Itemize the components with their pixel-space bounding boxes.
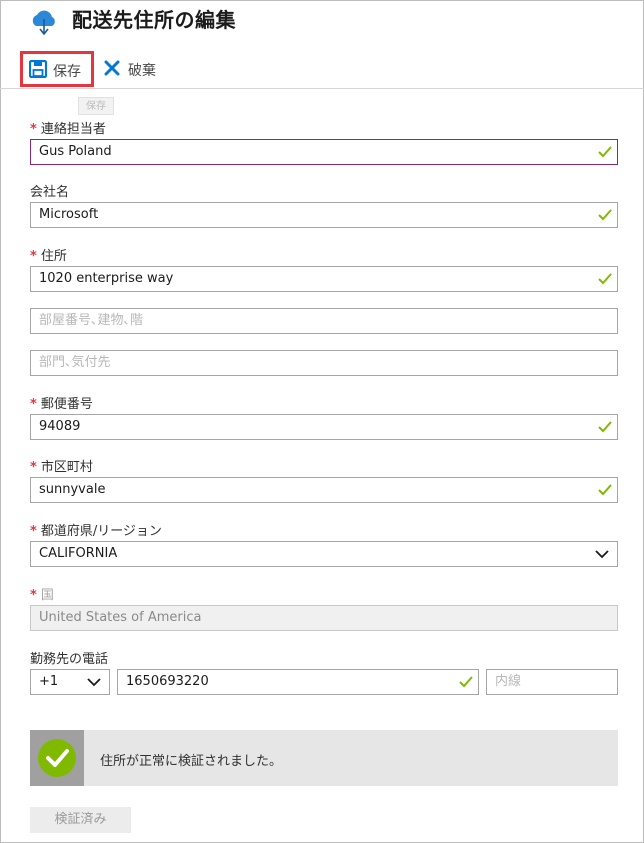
phone-extension-input[interactable]: 内線 [486, 669, 618, 695]
required-asterisk: * [30, 460, 37, 475]
banner-icon-area [30, 730, 84, 786]
required-asterisk: * [30, 397, 37, 412]
checkmark-icon [459, 676, 473, 688]
company-label: 会社名 [30, 185, 70, 200]
verified-button: 検証済み [30, 807, 131, 833]
address-line2-input[interactable]: 部屋番号､建物､階 [30, 308, 618, 334]
success-circle [38, 739, 76, 777]
address-label: * 住所 [30, 249, 67, 264]
discard-label: 破棄 [128, 63, 156, 79]
country-label: * 国 [30, 588, 54, 603]
phone-label: 勤務先の電話 [30, 652, 109, 667]
verification-banner: 住所が正常に検証されました。 [30, 730, 618, 786]
header: 配送先住所の編集 [0, 0, 644, 40]
discard-button[interactable]: 破棄 [100, 57, 170, 83]
phone-number-input[interactable]: 1650693220 [117, 669, 479, 695]
phone-country-code-select[interactable]: +1 [30, 669, 110, 695]
cloud-upload-icon [32, 10, 55, 36]
save-button[interactable]: 保存 [20, 51, 94, 87]
contact-label: * 連絡担当者 [30, 122, 106, 137]
address-line1-input[interactable]: 1020 enterprise way [30, 266, 618, 292]
state-select[interactable]: CALIFORNIA [30, 541, 618, 567]
contact-input[interactable]: Gus Poland [30, 139, 618, 165]
state-label: * 都道府県/リージョン [30, 524, 162, 539]
checkmark-icon [598, 209, 612, 221]
verification-message: 住所が正常に検証されました。 [100, 754, 283, 769]
save-icon [29, 60, 47, 78]
checkmark-icon [598, 273, 612, 285]
chevron-down-icon [595, 550, 609, 559]
page-title: 配送先住所の編集 [72, 8, 236, 32]
checkmark-icon [598, 421, 612, 433]
city-label: * 市区町村 [30, 460, 93, 475]
required-asterisk: * [30, 524, 37, 539]
country-input: United States of America [30, 605, 618, 631]
city-input[interactable]: sunnyvale [30, 477, 618, 503]
required-asterisk: * [30, 122, 37, 137]
required-asterisk: * [30, 249, 37, 264]
postal-input[interactable]: 94089 [30, 414, 618, 440]
save-label: 保存 [53, 64, 81, 80]
save-tooltip: 保存 [78, 97, 114, 115]
postal-label: * 郵便番号 [30, 397, 93, 412]
close-icon [104, 60, 120, 76]
checkmark-icon [46, 749, 69, 767]
checkmark-icon [598, 146, 612, 158]
toolbar-divider [0, 88, 644, 89]
chevron-down-icon [87, 678, 101, 687]
company-input[interactable]: Microsoft [30, 202, 618, 228]
required-asterisk: * [30, 588, 37, 603]
checkmark-icon [598, 484, 612, 496]
address-line3-input[interactable]: 部門､気付先 [30, 350, 618, 376]
